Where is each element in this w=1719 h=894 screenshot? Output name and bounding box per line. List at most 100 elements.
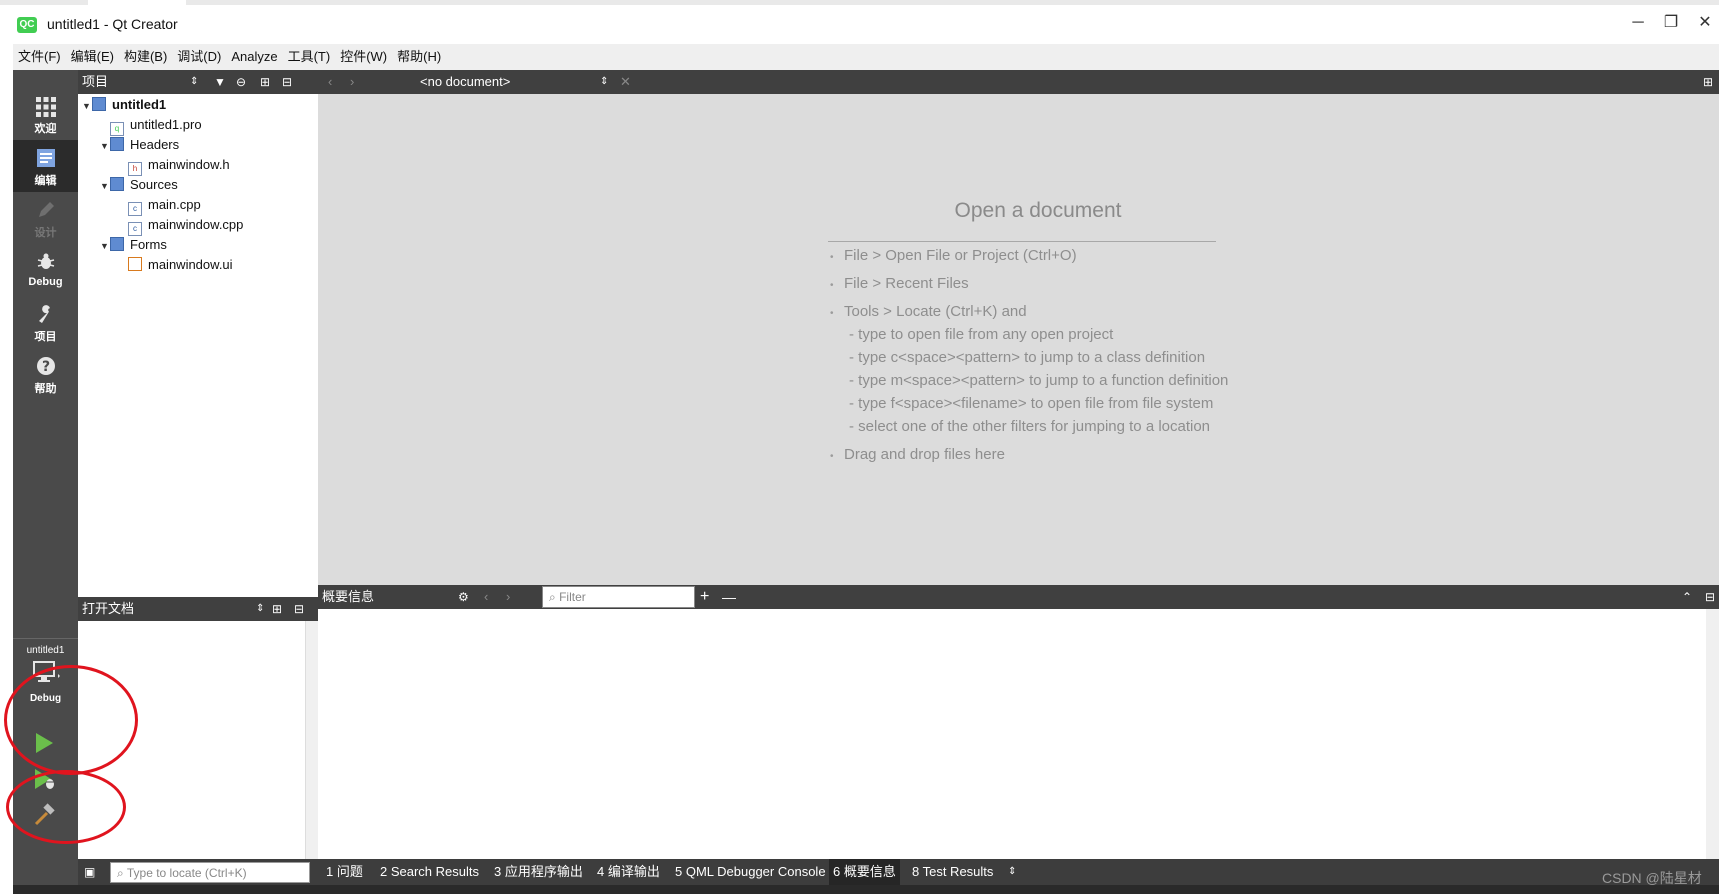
close-pane-icon[interactable]: ⊟ (1705, 585, 1715, 609)
search-icon: ⌕ (549, 590, 556, 604)
restore-button[interactable]: ❐ (1658, 12, 1684, 34)
hint-text: File > Open File or Project (Ctrl+O) (844, 247, 1077, 264)
pro-file-icon: q (110, 122, 124, 136)
output-pane-title: 概要信息 (322, 589, 375, 604)
menu-file[interactable]: 文件(F) (13, 44, 66, 70)
hint-text: Drag and drop files here (844, 446, 1005, 463)
projects-pane-title: 项目 (82, 74, 109, 89)
tree-item[interactable]: c main.cpp (118, 195, 201, 216)
tree-item[interactable]: c mainwindow.cpp (118, 215, 243, 236)
browser-tab[interactable] (88, 0, 186, 5)
hint-line: - type to open file from any open projec… (849, 326, 1113, 343)
tree-item[interactable]: mainwindow.ui (118, 255, 233, 275)
header-file-icon: h (128, 162, 142, 176)
output-tab[interactable]: 6 概要信息 (829, 859, 900, 885)
mode-projects[interactable]: 项目 (13, 296, 78, 348)
tree-item[interactable]: q untitled1.pro (100, 115, 202, 136)
tree-item[interactable]: ▼ Headers (100, 135, 179, 155)
hint-text: - type m<space><pattern> to jump to a fu… (849, 372, 1229, 389)
edit-icon (34, 148, 58, 170)
mode-label: 设计 (34, 227, 57, 239)
split-editor-icon[interactable]: ⊞ (1703, 70, 1713, 94)
mode-help[interactable]: ? 帮助 (13, 348, 78, 400)
zoom-in-button[interactable]: + (700, 585, 709, 609)
mode-design[interactable]: 设计 (13, 192, 78, 244)
tree-item-label: mainwindow.ui (148, 257, 233, 272)
close-document-icon[interactable]: ✕ (620, 70, 631, 94)
close-button[interactable]: ✕ (1692, 12, 1718, 34)
document-selector[interactable]: <no document> (420, 70, 510, 94)
output-scrollbar[interactable] (1706, 609, 1719, 859)
menu-build[interactable]: 构建(B) (119, 44, 172, 70)
back-arrow-icon[interactable]: ‹ (328, 70, 332, 94)
tree-item[interactable]: h mainwindow.h (118, 155, 230, 176)
open-documents-title: 打开文档 (82, 601, 135, 616)
more-tabs-arrows-icon[interactable]: ⇕ (1008, 859, 1016, 885)
next-item-icon[interactable]: › (506, 585, 510, 609)
hint-text: - select one of the other filters for ju… (849, 418, 1211, 435)
svg-text:?: ? (41, 359, 49, 375)
menu-help[interactable]: 帮助(H) (392, 44, 446, 70)
document-selector-arrows-icon[interactable]: ⇕ (600, 70, 608, 94)
link-icon[interactable]: ⊖ (236, 70, 246, 94)
output-tab[interactable]: 3 应用程序输出 (490, 859, 587, 885)
folder-icon (110, 237, 124, 251)
output-pane-settings-icon[interactable]: ⚙ (458, 585, 469, 609)
watermark: CSDN @陆星材 (1602, 870, 1702, 886)
expand-arrow-icon[interactable]: ▼ (100, 236, 110, 256)
menu-window[interactable]: 控件(W) (335, 44, 392, 70)
output-filter-input[interactable]: ⌕ Filter (542, 586, 695, 608)
editor-area[interactable]: Open a document • File > Open File or Pro… (318, 94, 1719, 585)
tree-item[interactable]: ▼ Sources (100, 175, 178, 195)
tree-item[interactable]: ▼ Forms (100, 235, 167, 255)
title-bar (0, 0, 1719, 44)
menu-edit[interactable]: 编辑(E) (66, 44, 119, 70)
locator-placeholder: Type to locate (Ctrl+K) (126, 866, 247, 880)
view-selector-arrows-icon[interactable]: ⇕ (256, 597, 264, 621)
expand-arrow-icon[interactable]: ▼ (82, 96, 92, 116)
output-tab[interactable]: 1 问题 (322, 859, 367, 885)
mode-label: Debug (28, 276, 63, 288)
hint-line: • Drag and drop files here (830, 446, 1005, 463)
view-selector-arrows-icon[interactable]: ⇕ (190, 70, 198, 94)
minimize-button[interactable]: ─ (1625, 12, 1651, 34)
toggle-sidebar-icon[interactable]: ▣ (84, 859, 95, 885)
taskbar-strip (13, 885, 1719, 894)
forward-arrow-icon[interactable]: › (350, 70, 354, 94)
annotation-circle-target (4, 665, 138, 775)
output-tab[interactable]: 4 编译输出 (593, 859, 664, 885)
bullet-icon: • (830, 280, 834, 291)
output-tab[interactable]: 2 Search Results (376, 859, 483, 885)
output-tab[interactable]: 8 Test Results (908, 859, 997, 885)
expand-arrow-icon[interactable]: ▼ (100, 176, 110, 196)
hint-line: - type m<space><pattern> to jump to a fu… (849, 372, 1228, 389)
filter-icon[interactable]: ▼ (214, 70, 226, 94)
close-pane-icon[interactable]: ⊟ (294, 597, 304, 621)
menu-debug[interactable]: 调试(D) (172, 44, 226, 70)
mode-welcome[interactable]: 欢迎 (13, 88, 78, 140)
output-tab[interactable]: 5 QML Debugger Console (671, 859, 830, 885)
split-icon[interactable]: ⊞ (260, 70, 270, 94)
zoom-out-button[interactable]: — (722, 585, 736, 609)
expand-arrow-icon[interactable]: ▼ (100, 136, 110, 156)
tree-item[interactable]: ▼ untitled1 (82, 95, 166, 115)
menu-analyze[interactable]: Analyze (226, 44, 282, 70)
mode-edit[interactable]: 编辑 (13, 140, 78, 192)
previous-item-icon[interactable]: ‹ (484, 585, 488, 609)
maximize-pane-icon[interactable]: ⌃ (1682, 585, 1692, 609)
mode-label: 编辑 (34, 175, 57, 187)
hint-text: - type to open file from any open projec… (849, 326, 1114, 343)
close-pane-icon[interactable]: ⊟ (282, 70, 292, 94)
filter-placeholder: Filter (559, 590, 586, 604)
mode-debug[interactable]: Debug (13, 244, 78, 296)
wrench-icon (34, 304, 58, 326)
hint-line: • File > Recent Files (830, 275, 969, 292)
open-documents-scrollbar[interactable] (305, 621, 319, 859)
bullet-icon: • (830, 308, 834, 319)
hint-text: - type c<space><pattern> to jump to a cl… (849, 349, 1206, 366)
menu-tools[interactable]: 工具(T) (283, 44, 336, 70)
bullet-icon: • (830, 451, 834, 462)
output-pane-body[interactable] (318, 609, 1719, 859)
locator-input[interactable]: ⌕ Type to locate (Ctrl+K) (110, 862, 310, 883)
split-icon[interactable]: ⊞ (272, 597, 282, 621)
